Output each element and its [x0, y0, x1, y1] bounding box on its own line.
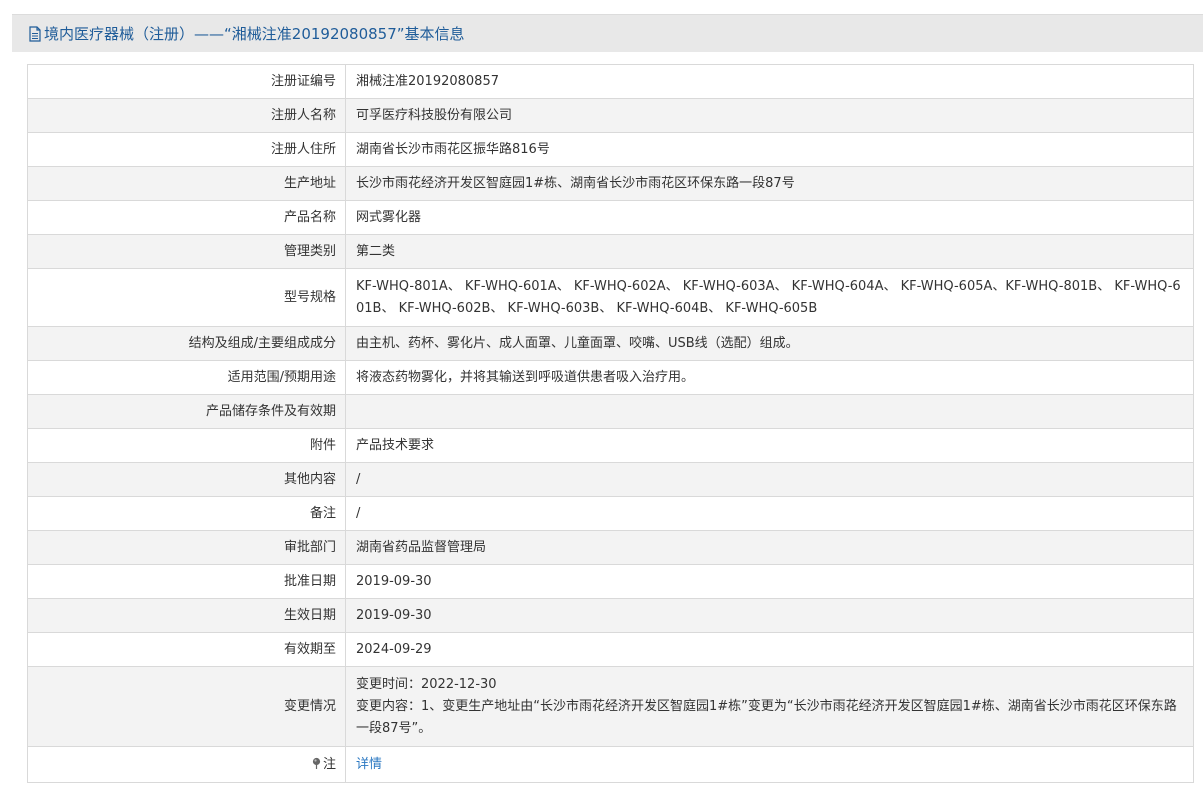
row-label: 产品名称 [27, 200, 346, 235]
row-label: 结构及组成/主要组成成分 [27, 326, 346, 361]
note-label-cell: 注 [27, 746, 346, 783]
document-icon [28, 25, 42, 42]
table-row: 结构及组成/主要组成成分 由主机、药杯、雾化片、成人面罩、儿童面罩、咬嘴、USB… [27, 326, 1194, 361]
row-value: 2024-09-29 [345, 632, 1194, 667]
row-value: 由主机、药杯、雾化片、成人面罩、儿童面罩、咬嘴、USB线（选配）组成。 [345, 326, 1194, 361]
row-value: 长沙市雨花经济开发区智庭园1#栋、湖南省长沙市雨花区环保东路一段87号 [345, 166, 1194, 201]
row-value [345, 394, 1194, 429]
pin-icon [311, 755, 322, 769]
row-value: 湖南省药品监督管理局 [345, 530, 1194, 565]
row-label: 审批部门 [27, 530, 346, 565]
row-value: / [345, 462, 1194, 497]
row-label: 批准日期 [27, 564, 346, 599]
row-label: 有效期至 [27, 632, 346, 667]
change-time: 变更时间：2022-12-30 [356, 676, 497, 692]
table-row: 备注 / [27, 496, 1194, 531]
row-value: 湖南省长沙市雨花区振华路816号 [345, 132, 1194, 167]
row-value: 湘械注准20192080857 [345, 64, 1194, 99]
detail-link[interactable]: 详情 [356, 757, 382, 772]
top-strip [0, 0, 1203, 12]
row-label: 注册人住所 [27, 132, 346, 167]
row-value: 2019-09-30 [345, 564, 1194, 599]
table-row: 生效日期 2019-09-30 [27, 598, 1194, 633]
change-content: 变更内容：1、变更生产地址由“长沙市雨花经济开发区智庭园1#栋”变更为“长沙市雨… [356, 698, 1177, 736]
note-row: 注 详情 [27, 746, 1194, 783]
table-row: 适用范围/预期用途 将液态药物雾化，并将其输送到呼吸道供患者吸入治疗用。 [27, 360, 1194, 395]
row-label: 备注 [27, 496, 346, 531]
note-label: 注 [322, 756, 336, 772]
table-row: 生产地址 长沙市雨花经济开发区智庭园1#栋、湖南省长沙市雨花区环保东路一段87号 [27, 166, 1194, 201]
table-row: 批准日期 2019-09-30 [27, 564, 1194, 599]
change-value: 变更时间：2022-12-30 变更内容：1、变更生产地址由“长沙市雨花经济开发… [345, 666, 1194, 747]
table-row: 产品名称 网式雾化器 [27, 200, 1194, 235]
row-value: 将液态药物雾化，并将其输送到呼吸道供患者吸入治疗用。 [345, 360, 1194, 395]
table-row: 其他内容 / [27, 462, 1194, 497]
row-label: 其他内容 [27, 462, 346, 497]
table-row: 管理类别 第二类 [27, 234, 1194, 269]
page-title: 境内医疗器械（注册）——“湘械注准20192080857”基本信息 [44, 25, 465, 43]
row-value: / [345, 496, 1194, 531]
row-value: 2019-09-30 [345, 598, 1194, 633]
change-row: 变更情况 变更时间：2022-12-30 变更内容：1、变更生产地址由“长沙市雨… [27, 666, 1194, 747]
table-row: 审批部门 湖南省药品监督管理局 [27, 530, 1194, 565]
row-value: 网式雾化器 [345, 200, 1194, 235]
row-value: 可孚医疗科技股份有限公司 [345, 98, 1194, 133]
row-value: 第二类 [345, 234, 1194, 269]
row-label: 注册证编号 [27, 64, 346, 99]
table-row: 注册人住所 湖南省长沙市雨花区振华路816号 [27, 132, 1194, 167]
info-table: 注册证编号 湘械注准20192080857 注册人名称 可孚医疗科技股份有限公司… [27, 64, 1194, 783]
row-label: 管理类别 [27, 234, 346, 269]
row-label: 型号规格 [27, 268, 346, 327]
table-row: 产品储存条件及有效期 [27, 394, 1194, 429]
row-label: 生效日期 [27, 598, 346, 633]
row-value: KF-WHQ-801A、 KF-WHQ-601A、 KF-WHQ-602A、 K… [345, 268, 1194, 327]
page-header: 境内医疗器械（注册）——“湘械注准20192080857”基本信息 [12, 14, 1203, 52]
table-row: 注册人名称 可孚医疗科技股份有限公司 [27, 98, 1194, 133]
table-row: 有效期至 2024-09-29 [27, 632, 1194, 667]
row-label: 产品储存条件及有效期 [27, 394, 346, 429]
table-row: 型号规格 KF-WHQ-801A、 KF-WHQ-601A、 KF-WHQ-60… [27, 268, 1194, 327]
row-label: 生产地址 [27, 166, 346, 201]
change-label: 变更情况 [27, 666, 346, 747]
row-value: 产品技术要求 [345, 428, 1194, 463]
row-label: 附件 [27, 428, 346, 463]
row-label: 注册人名称 [27, 98, 346, 133]
table-row: 附件 产品技术要求 [27, 428, 1194, 463]
row-label: 适用范围/预期用途 [27, 360, 346, 395]
note-value: 详情 [345, 746, 1194, 783]
table-row: 注册证编号 湘械注准20192080857 [27, 64, 1194, 99]
